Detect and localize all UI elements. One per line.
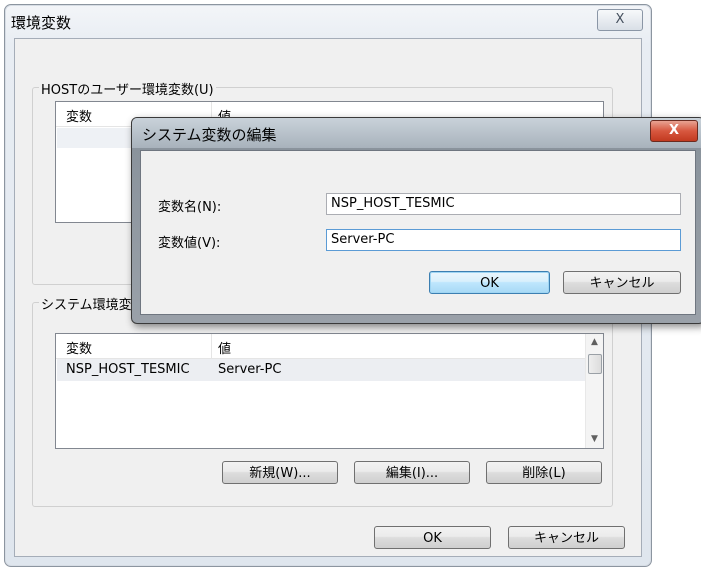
scroll-down-arrow-icon[interactable]: ▼ (586, 431, 603, 448)
variable-value-field[interactable]: Server-PC (326, 229, 681, 251)
new-button[interactable]: 新規(W)... (222, 461, 338, 484)
table-row[interactable]: NSP_HOST_TESMIC Server-PC (57, 359, 585, 381)
ok-button[interactable]: OK (374, 526, 491, 549)
column-header-value[interactable]: 値 (218, 338, 231, 357)
variable-name-cell: NSP_HOST_TESMIC (66, 362, 190, 377)
system-variables-list[interactable]: 変数 値 NSP_HOST_TESMIC Server-PC ▲ ▼ (55, 333, 604, 449)
list-header: 変数 値 (56, 334, 603, 359)
dialog-title: システム変数の編集 (142, 126, 277, 144)
variable-name-field[interactable]: NSP_HOST_TESMIC (326, 193, 681, 215)
user-variables-legend: HOSTのユーザー環境変数(U) (39, 79, 216, 98)
dialog-ok-button[interactable]: OK (429, 271, 550, 294)
dialog-client-area: 変数名(N): NSP_HOST_TESMIC 変数値(V): Server-P… (140, 150, 696, 315)
column-separator[interactable] (211, 334, 212, 358)
dialog-titlebar[interactable]: システム変数の編集 X (132, 118, 701, 148)
edit-button[interactable]: 編集(I)... (354, 461, 470, 484)
column-header-variable[interactable]: 変数 (66, 106, 92, 125)
column-header-variable[interactable]: 変数 (66, 338, 92, 357)
variable-name-label: 変数名(N): (158, 200, 222, 215)
edit-system-variable-dialog: システム変数の編集 X 変数名(N): NSP_HOST_TESMIC 変数値(… (131, 117, 701, 324)
window-title: 環境変数 (11, 14, 72, 32)
vertical-scrollbar[interactable]: ▲ ▼ (585, 334, 603, 448)
scroll-up-arrow-icon[interactable]: ▲ (586, 334, 603, 351)
variable-value-cell: Server-PC (218, 362, 282, 377)
system-variables-group: システム環境変数(S) 変数 値 NSP_HOST_TESMIC Server-… (32, 294, 613, 507)
delete-button[interactable]: 削除(L) (486, 461, 602, 484)
close-button[interactable]: X (597, 9, 643, 31)
dialog-cancel-button[interactable]: キャンセル (563, 271, 681, 294)
cancel-button[interactable]: キャンセル (508, 526, 625, 549)
scrollbar-thumb[interactable] (588, 354, 602, 374)
dialog-close-button[interactable]: X (650, 120, 698, 142)
variable-value-label: 変数値(V): (158, 236, 221, 251)
